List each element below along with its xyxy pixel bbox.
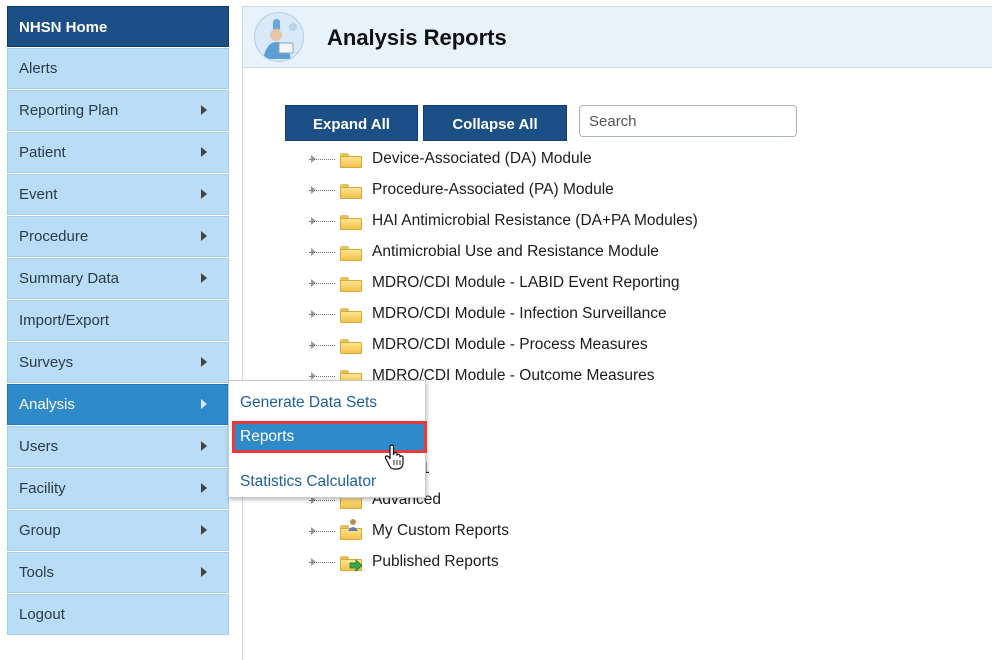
folder-user-icon	[340, 519, 362, 540]
folder-published-icon	[340, 556, 363, 572]
tree-connector	[309, 314, 335, 315]
sidebar-item-logout[interactable]: Logout	[7, 594, 229, 635]
sidebar-item-summary-data[interactable]: Summary Data	[7, 258, 229, 299]
tree-node-label: MDRO/CDI Module - LABID Event Reporting	[372, 274, 680, 291]
tree-node[interactable]: Procedure-Associated (PA) Module	[300, 175, 820, 206]
caret-right-icon	[201, 399, 207, 409]
tree-node-label: Antimicrobial Use and Resistance Module	[372, 243, 659, 260]
hand-pointer-icon	[384, 444, 406, 474]
tree-node[interactable]: MDRO/CDI Module - Infection Surveillance	[300, 299, 820, 330]
submenu-generate-data-sets[interactable]: Generate Data Sets	[229, 389, 425, 419]
tree-node-label: Procedure-Associated (PA) Module	[372, 181, 614, 198]
caret-right-icon	[201, 273, 207, 283]
page-header: Analysis Reports	[242, 6, 992, 68]
sidebar-item-event[interactable]: Event	[7, 174, 229, 215]
tree-node[interactable]: HAI Antimicrobial Resistance (DA+PA Modu…	[300, 206, 820, 237]
folder-icon	[340, 246, 362, 261]
sidebar-item-label: Patient	[19, 144, 66, 161]
tree-node-label: My Custom Reports	[372, 522, 509, 539]
tree-node[interactable]: My Custom Reports	[300, 516, 820, 547]
tree-connector	[309, 221, 335, 222]
report-tree: Device-Associated (DA) Module Procedure-A…	[300, 144, 820, 578]
tree-connector	[309, 345, 335, 346]
sidebar-item-label: Surveys	[19, 354, 74, 371]
tree-node-label: MDRO/CDI Module - Process Measures	[372, 336, 648, 353]
tree-node[interactable]: Antimicrobial Use and Resistance Module	[300, 237, 820, 268]
folder-icon	[340, 184, 362, 199]
tree-connector	[309, 562, 335, 563]
nhsn-analysis-logo-icon	[254, 12, 304, 62]
collapse-all-button[interactable]: Collapse All	[423, 105, 567, 141]
sidebar-item-facility[interactable]: Facility	[7, 468, 229, 509]
folder-icon	[340, 215, 362, 230]
sidebar-nav: NHSN Home Alerts Reporting Plan Patient Eve…	[7, 6, 229, 635]
tree-connector	[309, 159, 335, 160]
sidebar-item-label: Import/Export	[19, 312, 110, 329]
sidebar-item-tools[interactable]: Tools	[7, 552, 229, 593]
tree-node[interactable]: MDRO/CDI Module - LABID Event Reporting	[300, 268, 820, 299]
sidebar-item-alerts[interactable]: Alerts	[7, 48, 229, 89]
tree-connector	[309, 252, 335, 253]
sidebar-item-label: Group	[19, 522, 61, 539]
sidebar-item-label: Procedure	[19, 228, 89, 245]
caret-right-icon	[201, 483, 207, 493]
sidebar-item-label: Facility	[19, 480, 66, 497]
caret-right-icon	[201, 525, 207, 535]
sidebar-item-label: Event	[19, 186, 58, 203]
folder-icon	[340, 308, 362, 323]
search-input[interactable]	[579, 105, 797, 137]
tree-node-label: MDRO/CDI Module - Infection Surveillance	[372, 305, 667, 322]
tree-connector	[309, 531, 335, 532]
sidebar-item-analysis[interactable]: Analysis	[7, 384, 229, 425]
sidebar-item-label: Logout	[19, 606, 65, 623]
tree-node-label: HAI Antimicrobial Resistance (DA+PA Modu…	[372, 212, 698, 229]
tree-node[interactable]: Published Reports	[300, 547, 820, 578]
folder-icon	[340, 277, 362, 292]
sidebar-item-patient[interactable]: Patient	[7, 132, 229, 173]
sidebar-item-label: Reporting Plan	[19, 102, 119, 119]
tree-node-label: Published Reports	[372, 553, 499, 570]
tree-node[interactable]: MDRO/CDI Module - Process Measures	[300, 330, 820, 361]
sidebar-item-label: Users	[19, 438, 59, 455]
sidebar-item-surveys[interactable]: Surveys	[7, 342, 229, 383]
caret-right-icon	[201, 105, 207, 115]
sidebar-item-label: Tools	[19, 564, 55, 581]
tree-node[interactable]: Device-Associated (DA) Module	[300, 144, 820, 175]
caret-right-icon	[201, 357, 207, 367]
caret-right-icon	[201, 147, 207, 157]
tree-connector	[309, 283, 335, 284]
sidebar-item-label: Summary Data	[19, 270, 120, 287]
folder-icon	[340, 153, 362, 168]
caret-right-icon	[201, 189, 207, 199]
page-title: Analysis Reports	[327, 25, 507, 50]
analysis-submenu: Generate Data Sets Reports Statistics Ca…	[228, 380, 427, 498]
sidebar-item-procedure[interactable]: Procedure	[7, 216, 229, 257]
caret-right-icon	[201, 567, 207, 577]
tree-connector	[309, 500, 335, 501]
sidebar-item-reporting-plan[interactable]: Reporting Plan	[7, 90, 229, 131]
tree-connector	[309, 376, 335, 377]
content-divider	[242, 68, 243, 660]
nhsn-home-link[interactable]: NHSN Home	[7, 6, 229, 47]
tree-connector	[309, 190, 335, 191]
caret-right-icon	[201, 441, 207, 451]
sidebar-item-group[interactable]: Group	[7, 510, 229, 551]
folder-icon	[340, 339, 362, 354]
tree-node-label: Device-Associated (DA) Module	[372, 150, 592, 167]
sidebar-item-label: Analysis	[19, 396, 75, 413]
sidebar-item-label: Alerts	[19, 60, 58, 77]
expand-all-button[interactable]: Expand All	[285, 105, 418, 141]
sidebar-item-import-export[interactable]: Import/Export	[7, 300, 229, 341]
caret-right-icon	[201, 231, 207, 241]
sidebar-item-users[interactable]: Users	[7, 426, 229, 467]
